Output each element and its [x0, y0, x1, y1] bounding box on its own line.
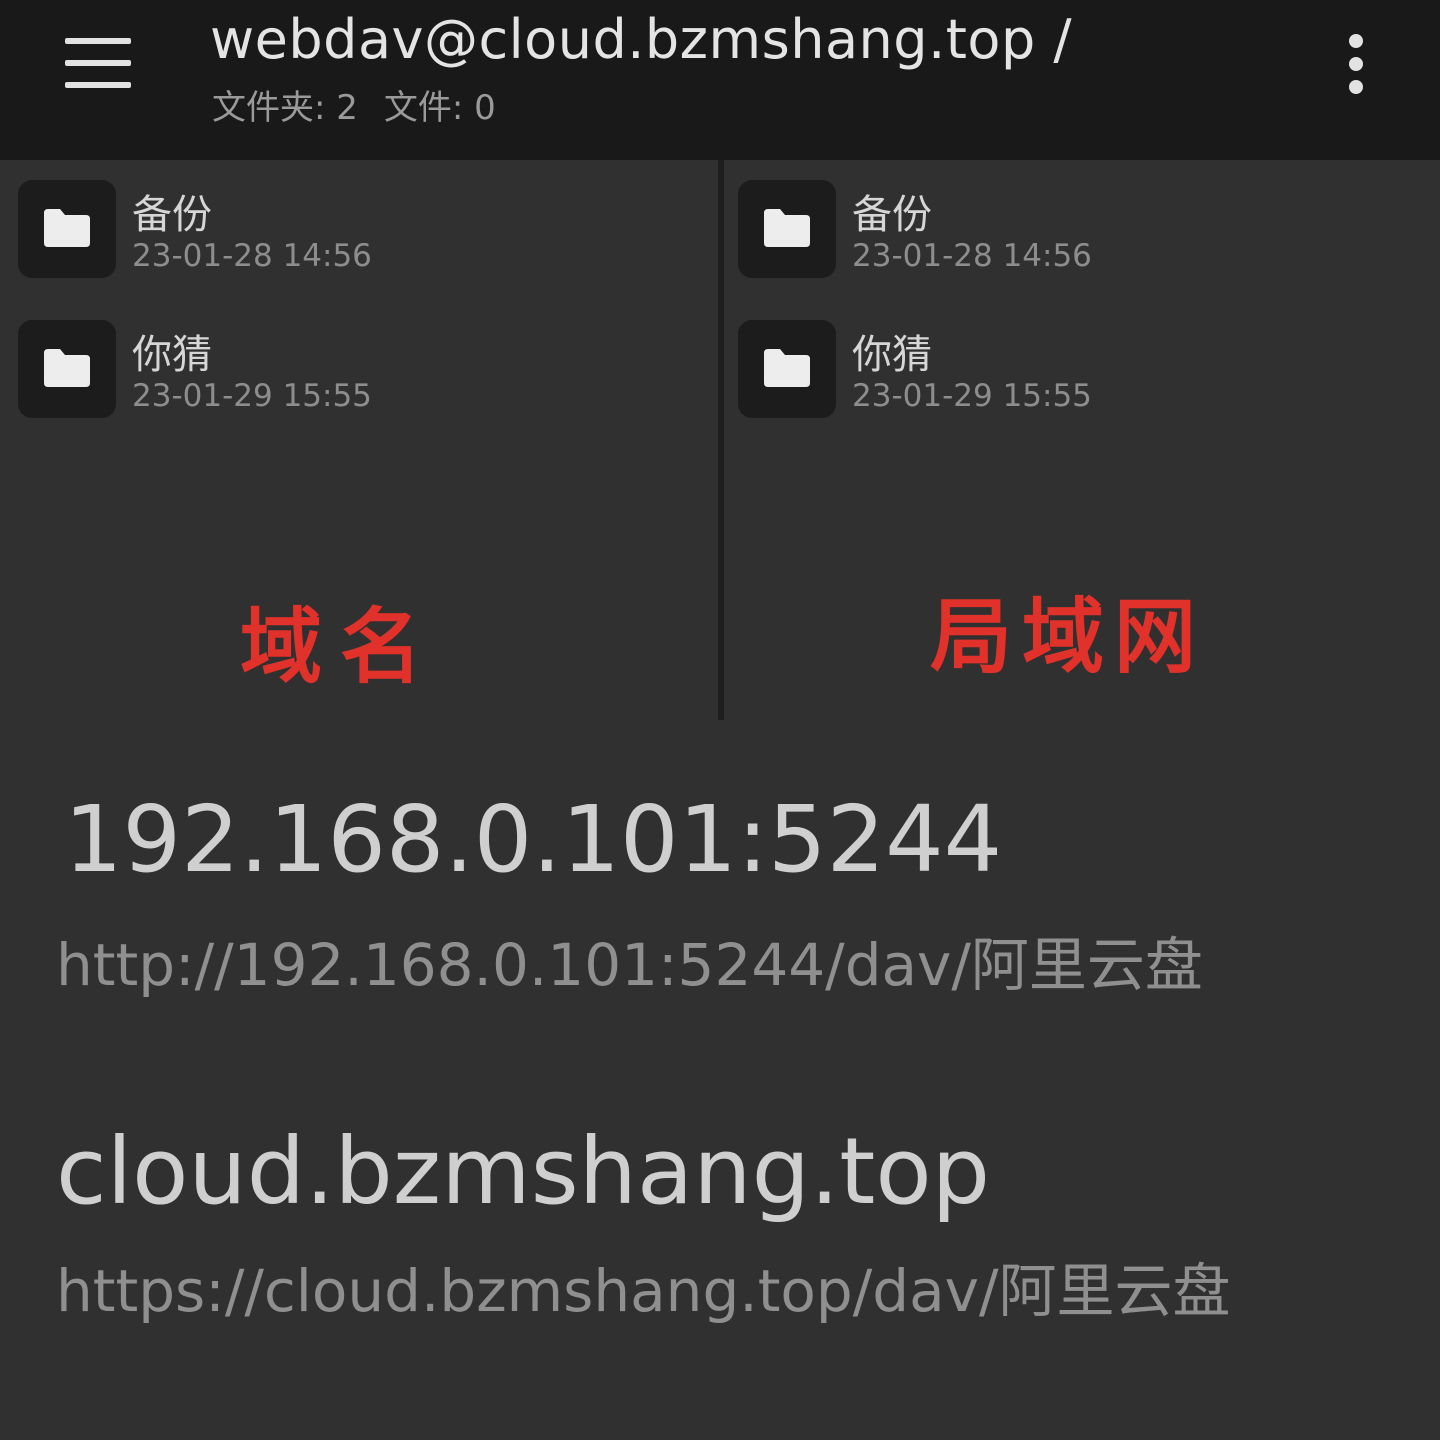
folder-icon: [18, 320, 116, 418]
folder-name: 备份: [132, 192, 212, 238]
more-dot: [1349, 34, 1363, 48]
folders-count: 文件夹: 2: [212, 88, 358, 128]
file-pane-left: 备份 23-01-28 14:56 你猜 23-01-29 15:55 域名: [0, 160, 718, 720]
folder-date: 23-01-29 15:55: [852, 378, 1092, 414]
more-dot: [1349, 80, 1363, 94]
folder-name: 备份: [852, 192, 932, 238]
list-item[interactable]: 你猜 23-01-29 15:55: [0, 300, 718, 440]
folder-name: 你猜: [852, 332, 932, 378]
list-item[interactable]: 你猜 23-01-29 15:55: [724, 300, 1440, 440]
connection-title: webdav@cloud.bzmshang.top /: [210, 8, 1073, 71]
lan-url: http://192.168.0.101:5244/dav/阿里云盘: [56, 931, 1203, 999]
more-vertical-icon[interactable]: [1326, 28, 1386, 100]
folder-date: 23-01-29 15:55: [132, 378, 372, 414]
domain-url: https://cloud.bzmshang.top/dav/阿里云盘: [56, 1257, 1231, 1325]
menu-bar-line: [65, 38, 131, 44]
lan-host: 192.168.0.101:5244: [64, 786, 1003, 893]
menu-bar-line: [65, 60, 131, 66]
folder-icon: [738, 180, 836, 278]
more-dot: [1349, 57, 1363, 71]
hamburger-menu-icon[interactable]: [50, 28, 146, 98]
folder-name: 你猜: [132, 332, 212, 378]
folder-file-counts: 文件夹: 2 文件: 0: [212, 80, 522, 129]
list-item[interactable]: 备份 23-01-28 14:56: [0, 160, 718, 300]
lan-annotation: 局域网: [930, 589, 1207, 685]
file-pane-right: 备份 23-01-28 14:56 你猜 23-01-29 15:55 局域网: [724, 160, 1440, 720]
domain-annotation: 域名: [240, 599, 441, 695]
folder-icon: [18, 180, 116, 278]
folder-icon: [738, 320, 836, 418]
folder-date: 23-01-28 14:56: [132, 238, 372, 274]
folder-date: 23-01-28 14:56: [852, 238, 1092, 274]
list-item[interactable]: 备份 23-01-28 14:56: [724, 160, 1440, 300]
files-count: 文件: 0: [383, 88, 496, 128]
app-bar: webdav@cloud.bzmshang.top / 文件夹: 2 文件: 0: [0, 0, 1440, 160]
menu-bar-line: [65, 82, 131, 88]
domain-host: cloud.bzmshang.top: [56, 1118, 991, 1225]
